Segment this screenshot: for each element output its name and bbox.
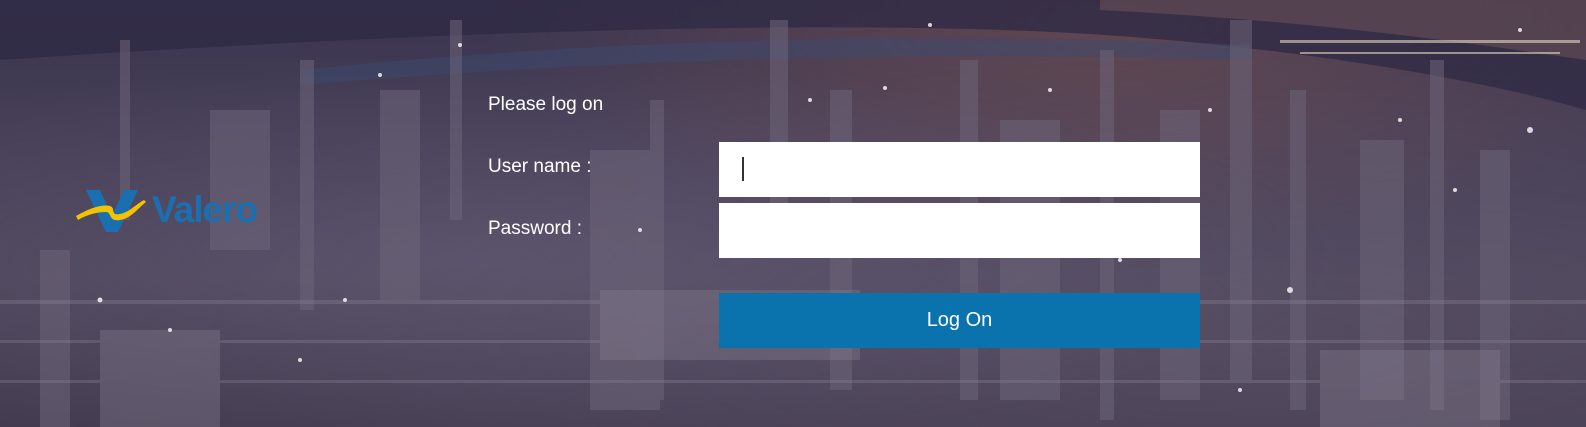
form-title: Please log on bbox=[488, 94, 604, 115]
valero-v-mark-icon bbox=[76, 190, 146, 232]
password-input[interactable] bbox=[719, 203, 1200, 258]
text-cursor bbox=[742, 157, 744, 181]
username-input[interactable] bbox=[719, 142, 1200, 197]
log-on-button[interactable]: Log On bbox=[719, 293, 1200, 348]
logo-text: Valero bbox=[152, 189, 258, 230]
valero-logo: Valero bbox=[76, 186, 294, 238]
username-label: User name : bbox=[488, 156, 592, 177]
password-label: Password : bbox=[488, 218, 582, 239]
